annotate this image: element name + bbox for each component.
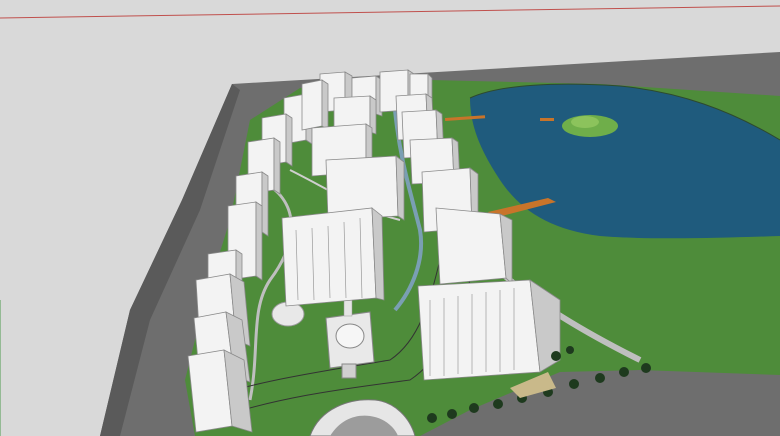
lake-island-top <box>571 116 599 128</box>
viewport[interactable] <box>0 0 780 436</box>
plaza-fountain <box>335 323 365 349</box>
tree <box>469 403 479 413</box>
plaza-stairs <box>341 363 357 379</box>
tree <box>551 351 561 361</box>
building <box>281 207 385 307</box>
tree <box>427 413 437 423</box>
building <box>187 349 253 433</box>
tree <box>595 373 605 383</box>
tree <box>566 346 574 354</box>
tree <box>447 409 457 419</box>
building <box>301 79 329 131</box>
tree <box>569 379 579 389</box>
dock-pier <box>540 118 554 121</box>
building <box>435 207 513 285</box>
tree <box>619 367 629 377</box>
tree <box>641 363 651 373</box>
building <box>417 279 561 381</box>
model-viewport-canvas[interactable] <box>0 0 780 436</box>
tree <box>493 399 503 409</box>
